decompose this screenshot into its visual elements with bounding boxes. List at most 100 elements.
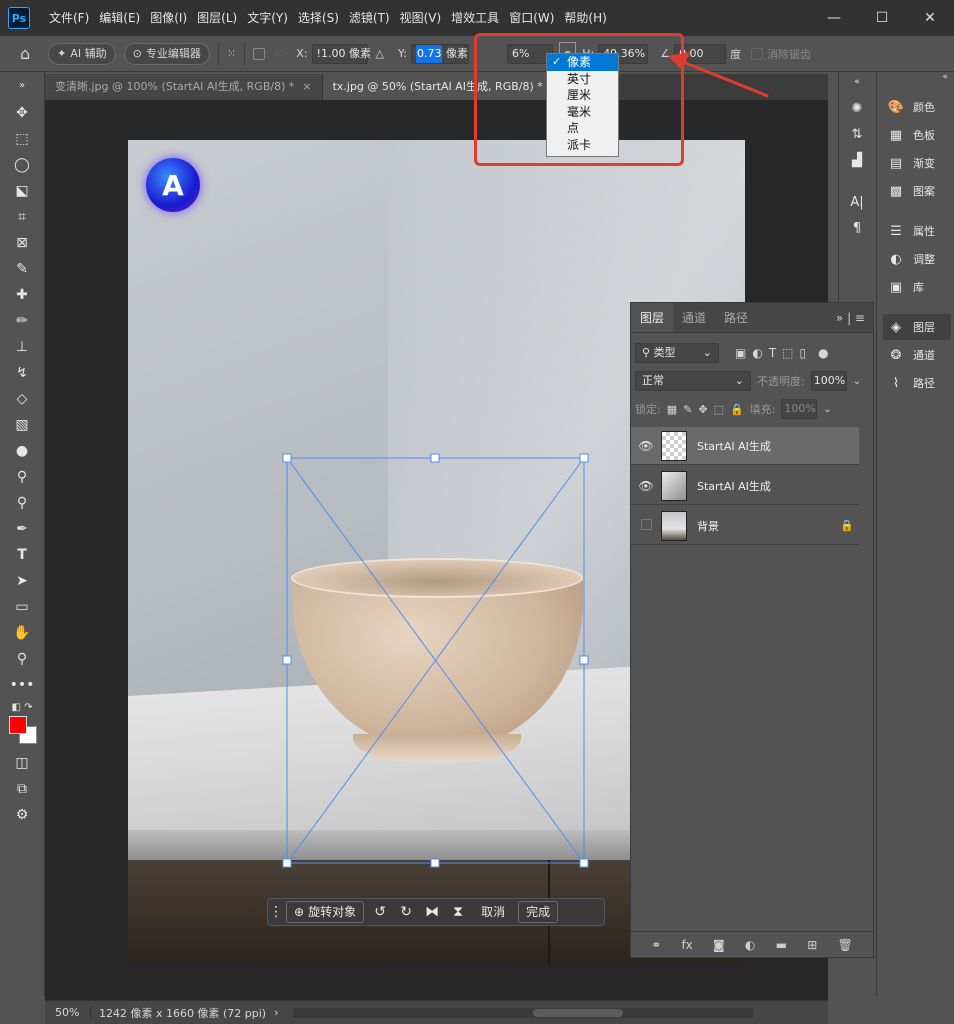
dock-patterns[interactable]: ▩ 图案 — [883, 178, 951, 204]
cancel-button[interactable]: 取消 — [474, 901, 512, 923]
quick-mask-icon[interactable]: ◫ — [10, 752, 34, 774]
transform-handle-top[interactable] — [430, 453, 440, 463]
menu-view[interactable]: 视图(V) — [395, 0, 447, 36]
menu-file[interactable]: 文件(F) — [44, 0, 94, 36]
x-position-input[interactable]: !1.00 像素 — [311, 43, 371, 64]
tab-layers[interactable]: 图层 — [631, 303, 674, 332]
fx-icon[interactable]: fx — [681, 938, 692, 952]
close-button[interactable]: ✕ — [906, 0, 954, 36]
tab-paths[interactable]: 路径 — [715, 303, 757, 332]
flip-vertical-icon[interactable]: ⧗ — [448, 901, 468, 923]
dock-properties[interactable]: ☰ 属性 — [883, 218, 951, 244]
angle-input[interactable]: 0.00 — [674, 43, 727, 64]
tab-document-2[interactable]: tx.jpg @ 50% (StartAI AI生成, RGB/8) * × — [322, 74, 571, 100]
move-tool-icon[interactable]: ✥ — [10, 102, 34, 124]
filter-pixel-icon[interactable]: ▣ — [735, 346, 746, 360]
transform-handle-bottom[interactable] — [430, 858, 440, 868]
dock-adjustments[interactable]: ◐ 调整 — [883, 246, 951, 272]
transform-handle-bottom-right[interactable] — [579, 858, 589, 868]
reference-toggle-checkbox[interactable] — [253, 42, 266, 66]
brightness-icon[interactable]: ✺ — [847, 98, 867, 118]
done-button[interactable]: 完成 — [518, 901, 559, 923]
transform-handle-top-left[interactable] — [282, 453, 292, 463]
dock-gradients[interactable]: ▤ 渐变 — [883, 150, 951, 176]
lock-artboard-icon[interactable]: ⬚ — [714, 403, 724, 416]
dodge-tool-icon[interactable]: ⚲ — [10, 466, 34, 488]
lock-all-icon[interactable]: 🔒 — [730, 403, 744, 416]
layer-row[interactable]: 👁 StartAI AI生成 — [631, 427, 859, 465]
scrollbar-thumb[interactable] — [532, 1008, 623, 1017]
pen-tool-icon[interactable]: ✒ — [10, 518, 34, 540]
type-tool-icon[interactable]: T — [10, 544, 34, 566]
eye-icon[interactable]: 👁 — [631, 439, 661, 453]
dock-channels[interactable]: ❂ 通道 — [883, 342, 951, 368]
marquee-tool-icon[interactable]: ⬚ — [10, 128, 34, 150]
ai-plugin-icon[interactable]: ⚙ — [10, 804, 34, 826]
menu-plugins[interactable]: 增效工具 — [446, 0, 504, 36]
healing-brush-tool-icon[interactable]: ✚ — [10, 284, 34, 306]
lasso-tool-icon[interactable]: ◯ — [10, 154, 34, 176]
chevron-down-icon[interactable]: ⌄ — [823, 404, 831, 415]
rotate-object-button[interactable]: ⊕ 旋转对象 — [286, 901, 365, 923]
actions-icon[interactable]: ▟ — [847, 150, 867, 170]
blur-tool-icon[interactable]: ● — [10, 440, 34, 462]
collapse-icon[interactable]: « — [942, 72, 948, 82]
collapse-icon[interactable]: « — [847, 72, 867, 92]
menu-image[interactable]: 图像(I) — [145, 0, 192, 36]
eraser-tool-icon[interactable]: ◇ — [10, 388, 34, 410]
rotate-cw-icon[interactable]: ↻ — [396, 901, 416, 923]
reference-point-icon[interactable]: ⁙ — [227, 42, 236, 66]
unit-option-inches[interactable]: 英寸 — [547, 71, 618, 88]
clone-stamp-tool-icon[interactable]: ⊥ — [10, 336, 34, 358]
horizontal-scrollbar[interactable] — [292, 1007, 753, 1018]
foreground-color-swatch[interactable] — [9, 716, 27, 734]
unit-option-points[interactable]: 点 — [547, 120, 618, 137]
filter-smart-object-icon[interactable]: ▯ — [800, 346, 807, 360]
frame-tool-icon[interactable]: ⊠ — [10, 232, 34, 254]
collapse-icon[interactable]: » — [10, 74, 34, 96]
crop-tool-icon[interactable]: ⌗ — [10, 206, 34, 228]
menu-help[interactable]: 帮助(H) — [559, 0, 611, 36]
visibility-toggle[interactable] — [631, 518, 661, 533]
ai-assist-button[interactable]: ✦ AI 辅助 — [48, 42, 116, 65]
adjustment-layer-icon[interactable]: ◐ — [745, 938, 755, 952]
drag-handle-icon[interactable]: ⋮ — [269, 901, 283, 923]
unit-option-centimeters[interactable]: 厘米 — [547, 87, 618, 104]
rectangle-tool-icon[interactable]: ▭ — [10, 596, 34, 618]
opacity-input[interactable]: 100% — [810, 371, 847, 391]
menu-filter[interactable]: 滤镜(T) — [344, 0, 395, 36]
delta-icon[interactable]: △ — [376, 42, 384, 66]
character-icon[interactable]: A| — [847, 192, 867, 212]
layer-row[interactable]: 背景 🔒 — [631, 507, 859, 545]
filter-adjustment-icon[interactable]: ◐ — [752, 346, 762, 360]
unit-option-pixels[interactable]: ✓ 像素 — [547, 54, 618, 71]
hand-tool-icon[interactable]: ✋ — [10, 622, 34, 644]
filter-type-icon[interactable]: T — [769, 346, 776, 360]
menu-edit[interactable]: 编辑(E) — [94, 0, 145, 36]
lock-pixels-icon[interactable]: ✎ — [683, 403, 692, 416]
dock-paths[interactable]: ⌇ 路径 — [883, 370, 951, 396]
zoom-tool-icon[interactable]: ⚲ — [10, 648, 34, 670]
status-arrow-icon[interactable]: › — [274, 1006, 278, 1019]
group-folder-icon[interactable]: ▬ — [776, 938, 787, 952]
layer-name[interactable]: StartAI AI生成 — [697, 438, 859, 454]
flip-horizontal-icon[interactable]: ⧓ — [422, 901, 442, 923]
dock-swatches[interactable]: ▦ 色板 — [883, 122, 951, 148]
unit-option-picas[interactable]: 派卡 — [547, 137, 618, 154]
object-select-tool-icon[interactable]: ⬕ — [10, 180, 34, 202]
menu-layer[interactable]: 图层(L) — [192, 0, 242, 36]
blend-mode-select[interactable]: 正常 ⌄ — [635, 371, 751, 391]
more-tools-icon[interactable]: ••• — [10, 674, 35, 696]
transform-handle-right[interactable] — [579, 655, 589, 665]
screen-mode-icon[interactable]: ⧉ — [10, 778, 34, 800]
history-brush-tool-icon[interactable]: ↯ — [10, 362, 34, 384]
lock-position-icon[interactable]: ✥ — [698, 403, 707, 416]
eye-icon[interactable]: 👁 — [631, 479, 661, 493]
trash-icon[interactable]: 🗑 — [838, 938, 853, 952]
paragraph-icon[interactable]: ¶ — [847, 218, 867, 238]
history-icon[interactable]: ⇅ — [847, 124, 867, 144]
lock-transparency-icon[interactable]: ▦ — [667, 403, 677, 416]
y-position-input[interactable]: 0.73 像素 — [410, 43, 469, 64]
layer-filter-select[interactable]: ⚲ 类型 ⌄ — [635, 343, 719, 363]
new-layer-icon[interactable]: ⊞ — [807, 938, 817, 952]
